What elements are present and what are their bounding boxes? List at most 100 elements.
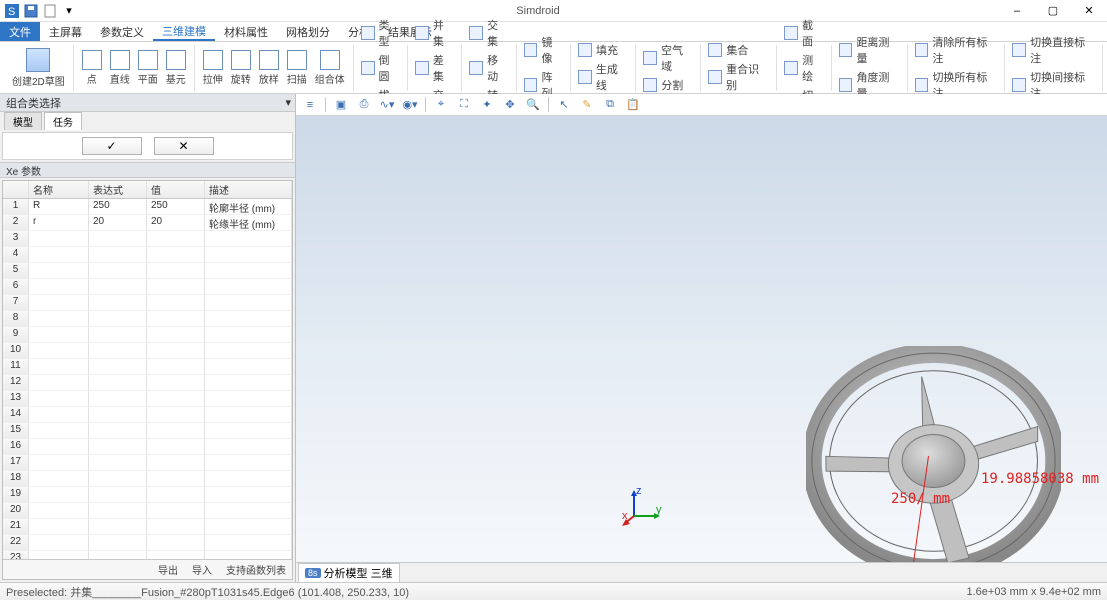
status-left: Preselected: 并集________Fusion_#280pT1031… [6,584,409,600]
panel-tabs: 模型 任务 [0,112,295,130]
table-row[interactable]: 12 [3,375,292,391]
table-row[interactable]: 8 [3,311,292,327]
revolve-button[interactable]: 旋转 [227,49,255,87]
tab-task[interactable]: 任务 [44,112,82,130]
table-row[interactable]: 11 [3,359,292,375]
menu-material[interactable]: 材料属性 [215,22,277,41]
menu-home[interactable]: 主屏幕 [40,22,91,41]
render-icon[interactable]: ◉▾ [400,96,420,114]
table-row[interactable]: 10 [3,343,292,359]
intersect2-button[interactable]: 交集 [466,16,511,50]
cancel-button[interactable]: ✕ [154,137,214,155]
subtract-button[interactable]: 差集 [412,51,457,85]
sketch2d-button[interactable]: 创建2D草图 [8,47,69,89]
extrude-button[interactable]: 拉伸 [199,49,227,87]
table-row[interactable]: 16 [3,439,292,455]
funclist-link[interactable]: 支持函数列表 [226,562,286,577]
grid-header: 名称 表达式 值 描述 [3,181,292,199]
op-buttons: ✓ ✕ [2,132,293,160]
plane-button[interactable]: 平面 [134,49,162,87]
table-row[interactable]: 13 [3,391,292,407]
type-button[interactable]: 类型 [358,16,403,50]
ok-button[interactable]: ✓ [82,137,142,155]
maximize-button[interactable]: ▢ [1035,0,1071,22]
parameter-grid[interactable]: 名称 表达式 值 描述 1R250250轮廓半径 (mm)2r2020轮缘半径 … [2,180,293,580]
wheel-model[interactable] [806,346,1061,562]
panel-dropdown-icon[interactable]: ▾ [285,96,291,109]
clear-annot-button[interactable]: 清除所有标注 [912,33,1001,67]
menu-3d-model[interactable]: 三维建模 [153,22,215,41]
view-tab-analysis[interactable]: 8s 分析模型 三维 [298,563,400,583]
table-row[interactable]: 3 [3,231,292,247]
orbit-icon[interactable]: ✦ [477,96,497,114]
table-row[interactable]: 1R250250轮廓半径 (mm) [3,199,292,215]
fillet-button[interactable]: 倒圆 [358,51,403,85]
table-row[interactable]: 7 [3,295,292,311]
zoom-fit-icon[interactable]: ⌖ [431,96,451,114]
print-icon[interactable]: ⎙ [354,96,374,114]
close-button[interactable]: ✕ [1071,0,1107,22]
move-button[interactable]: 移动 [466,51,511,85]
table-row[interactable]: 14 [3,407,292,423]
tab-model[interactable]: 模型 [4,112,42,130]
export-link[interactable]: 导出 [158,562,178,577]
minimize-button[interactable]: – [999,0,1035,22]
table-row[interactable]: 18 [3,471,292,487]
status-bar: Preselected: 并集________Fusion_#280pT1031… [0,582,1107,600]
table-row[interactable]: 17 [3,455,292,471]
svg-text:S: S [8,6,15,18]
table-row[interactable]: 4 [3,247,292,263]
dimension-20: 19.98858038 mm [981,471,1099,487]
zoom-box-icon[interactable]: ⛶ [454,96,474,114]
primitive-button[interactable]: 基元 [162,49,190,87]
import-link[interactable]: 导入 [192,562,212,577]
title-bar: S ▾ Simdroid – ▢ ✕ [0,0,1107,22]
table-row[interactable]: 21 [3,519,292,535]
window-title: Simdroid [77,5,999,17]
line-button[interactable]: 直线 [106,49,134,87]
save-icon[interactable] [23,3,39,19]
table-row[interactable]: 5 [3,263,292,279]
coincide-button[interactable]: 重合识别 [705,60,772,94]
mirror-button[interactable]: 镜像 [521,33,566,67]
split-button[interactable]: 分割 [640,76,696,94]
survey-button[interactable]: 测绘 [781,51,826,85]
camera-icon[interactable]: ▣ [331,96,351,114]
select-icon[interactable]: ↖ [554,96,574,114]
table-row[interactable]: 20 [3,503,292,519]
section-button[interactable]: 截面 [781,16,826,50]
svg-text:y: y [656,504,662,516]
menu-params[interactable]: 参数定义 [91,22,153,41]
point-button[interactable]: 点 [78,49,106,87]
menu-file[interactable]: 文件 [0,22,40,41]
set-button[interactable]: 集合 [705,41,772,59]
3d-canvas[interactable]: 250/ mm 19.98858038 mm zyx [296,116,1107,562]
paste-icon[interactable]: 📋 [623,96,643,114]
curve-icon[interactable]: ∿▾ [377,96,397,114]
highlight-icon[interactable]: ✎ [577,96,597,114]
pan-icon[interactable]: ✥ [500,96,520,114]
genline-button[interactable]: 生成线 [575,60,631,94]
airdomain-button[interactable]: 空气域 [640,41,696,75]
table-row[interactable]: 23 [3,551,292,559]
expand-icon[interactable]: ≡ [300,96,320,114]
zoom-icon[interactable]: 🔍 [523,96,543,114]
toggle-direct-button[interactable]: 切换直接标注 [1009,33,1098,67]
table-row[interactable]: 9 [3,327,292,343]
menu-mesh[interactable]: 网格划分 [277,22,339,41]
table-row[interactable]: 6 [3,279,292,295]
fill-button[interactable]: 填充 [575,41,631,59]
sweep-button[interactable]: 放样 [255,49,283,87]
dropdown-icon[interactable]: ▾ [61,3,77,19]
loft-button[interactable]: 扫描 [283,49,311,87]
table-row[interactable]: 22 [3,535,292,551]
table-row[interactable]: 2r2020轮缘半径 (mm) [3,215,292,231]
union-button[interactable]: 并集 [412,16,457,50]
compound-button[interactable]: 组合体 [311,49,349,87]
table-row[interactable]: 15 [3,423,292,439]
dist-measure-button[interactable]: 距离测量 [836,33,903,67]
new-icon[interactable] [42,3,58,19]
ribbon: 创建2D草图 点 直线 平面 基元 拉伸 旋转 放样 扫描 组合体 类型 倒圆 … [0,42,1107,94]
table-row[interactable]: 19 [3,487,292,503]
copy-icon[interactable]: ⧉ [600,96,620,114]
